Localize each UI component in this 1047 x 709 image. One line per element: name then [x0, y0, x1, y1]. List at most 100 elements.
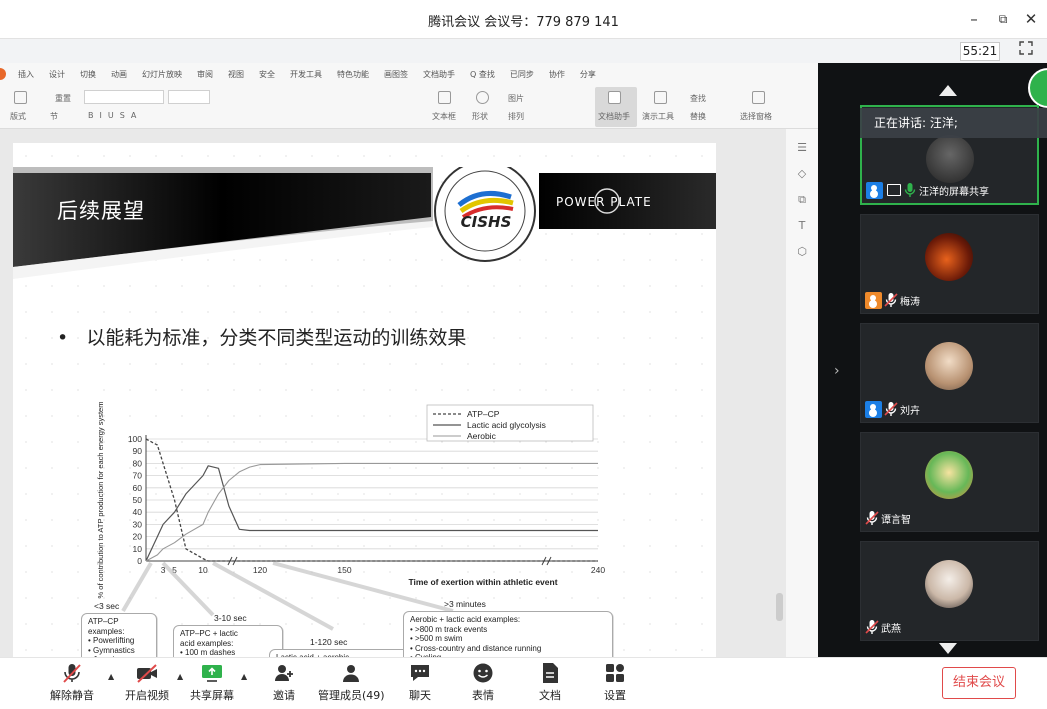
fullscreen-icon[interactable] [1019, 41, 1033, 59]
unmute-button[interactable]: 解除静音 [48, 662, 96, 706]
rail-extra-icon[interactable]: ⬡ [795, 245, 809, 259]
chart-x-label: Time of exertion within athletic event [408, 577, 557, 587]
font-name-box [84, 90, 164, 104]
font-size-box [168, 90, 210, 104]
ribbon-tab: 画图签 [384, 69, 408, 79]
callout-line: • 100 m dashes [180, 648, 236, 657]
chart-xtick-label: 240 [591, 565, 605, 575]
present-tool-icon [654, 91, 667, 104]
ribbon-tab: 特色功能 [337, 69, 369, 79]
ribbon-tab: 分享 [579, 69, 596, 79]
participant-tile-wuyan[interactable]: 武燕 [860, 541, 1039, 641]
members-icon [340, 662, 362, 684]
callout-line: • Gymnastics [88, 645, 135, 655]
screen-share-icon [887, 184, 901, 196]
end-meeting-button[interactable]: 结束会议 [942, 667, 1016, 699]
share-options-caret-icon[interactable]: ▲ [241, 672, 247, 681]
docs-button[interactable]: 文档 [535, 662, 565, 706]
collapse-panel-icon[interactable]: › [834, 363, 840, 379]
member-badge-icon [865, 400, 882, 418]
chart-y-label: % of contribution to ATP production for … [96, 402, 105, 599]
replace-label: 替换 [690, 112, 706, 121]
callout-box: >3 minutes Aerobic + lactic acid examples… [403, 599, 613, 657]
callout-line: acid examples: [180, 638, 234, 648]
ribbon-tab: 开发工具 [290, 69, 322, 79]
participant-tile-meitao[interactable]: 梅涛 [860, 214, 1039, 314]
avatar [925, 233, 973, 281]
audio-options-caret-icon[interactable]: ▲ [108, 672, 114, 681]
start-video-button[interactable]: 开启视频 [122, 662, 172, 706]
paste-icon [14, 91, 27, 104]
picture-label: 图片 [508, 94, 524, 103]
callout-time-label: >3 minutes [444, 599, 486, 609]
chart-ytick-label: 100 [128, 434, 142, 444]
select-pane-label: 选择窗格 [740, 112, 772, 121]
rail-tool-icon[interactable]: ☰ [795, 141, 809, 155]
ribbon-tab: 插入 [18, 69, 34, 79]
ribbon-tab: 安全 [259, 69, 275, 79]
participant-name: 梅涛 [865, 291, 920, 309]
ribbon-tab: 设计 [49, 69, 65, 79]
chart-legend-label: Lactic acid glycolysis [467, 420, 546, 430]
callout-line: examples: [88, 626, 125, 636]
close-button[interactable]: ✕ [1019, 8, 1043, 30]
callout-line: ATP–PC + lactic [180, 629, 238, 638]
callout-box: 1-120 secLactic acid + aerobicexamples:•… [269, 637, 419, 657]
speaking-indicator: 正在讲话: 汪洋; [860, 108, 1047, 138]
ribbon-tab: 文档助手 [423, 69, 455, 79]
layout-label: 版式 [10, 112, 26, 121]
chart-legend-label: ATP–CP [467, 409, 500, 419]
minimize-button[interactable]: – [962, 8, 986, 30]
scroll-up-icon[interactable] [939, 85, 957, 96]
select-pane-icon [752, 91, 765, 104]
avatar [925, 451, 973, 499]
invite-button[interactable]: 邀请 [266, 662, 302, 706]
shape-label: 形状 [472, 112, 488, 121]
arrange-label: 排列 [508, 112, 524, 121]
rail-shape-icon[interactable]: ◇ [795, 167, 809, 181]
callout-line: • Powerlifting [88, 636, 135, 645]
scroll-down-icon[interactable] [939, 643, 957, 654]
callout-box: <3 sec ATP–CP examples: • Powerlifting • Gym… [81, 601, 157, 657]
avatar [925, 342, 973, 390]
settings-button[interactable]: 设置 [600, 662, 630, 706]
share-screen-icon [201, 662, 223, 684]
mic-muted-icon [865, 510, 879, 526]
share-screen-button[interactable]: 共享屏幕 [188, 662, 236, 706]
callout-line: Aerobic + lactic acid examples: [410, 615, 521, 624]
emoji-icon [472, 662, 494, 684]
present-tool-label: 演示工具 [642, 112, 674, 121]
chart-legend-label: Aerobic [467, 431, 497, 441]
restore-button[interactable]: ⧉ [991, 8, 1015, 30]
rail-layer-icon[interactable]: ⧉ [795, 193, 809, 207]
ppt-right-rail: ☰ ◇ ⧉ T ⬡ [786, 129, 818, 657]
ribbon-tab: 幻灯片放映 [142, 69, 182, 79]
ribbon-tab: Q 查找 [470, 69, 495, 79]
participant-tile-tanyanzhi[interactable]: 谭言智 [860, 432, 1039, 532]
chart-callout-connector [121, 561, 153, 613]
callout-time-label: 3-10 sec [214, 613, 247, 623]
video-options-caret-icon[interactable]: ▲ [177, 672, 183, 681]
chart-ytick-label: 80 [133, 458, 143, 468]
rail-text-icon[interactable]: T [795, 219, 809, 233]
doc-assistant-label: 文档助手 [598, 112, 630, 121]
document-icon [539, 662, 561, 684]
participant-tile-liuhui[interactable]: 刘卉 [860, 323, 1039, 423]
mic-muted-icon [865, 619, 879, 635]
callout-line: • Cross-country and distance running [410, 643, 542, 653]
avatar [925, 560, 973, 608]
chat-button[interactable]: 聊天 [405, 662, 435, 706]
slide-scrollbar[interactable] [776, 593, 783, 621]
member-badge-icon [865, 291, 882, 309]
chart-xtick-label: 120 [253, 565, 267, 575]
chart-series-line-1 [145, 465, 598, 562]
avatar [926, 135, 974, 183]
mic-on-icon [903, 182, 917, 198]
energy-system-chart: 10090807060504030201003 5 10 120 150 240Time … [96, 402, 605, 631]
manage-members-button[interactable]: 管理成员(49) [318, 662, 385, 706]
slide-canvas: CISHS POWER PLATE 后续展望 • 以能耗为标准，分类不同类型运动… [0, 129, 818, 657]
ribbon-tab: 已同步 [509, 69, 534, 79]
reset-label: 重置 [55, 94, 71, 103]
reaction-button[interactable]: 表情 [468, 662, 498, 706]
ribbon-tab: 动画 [111, 69, 127, 79]
